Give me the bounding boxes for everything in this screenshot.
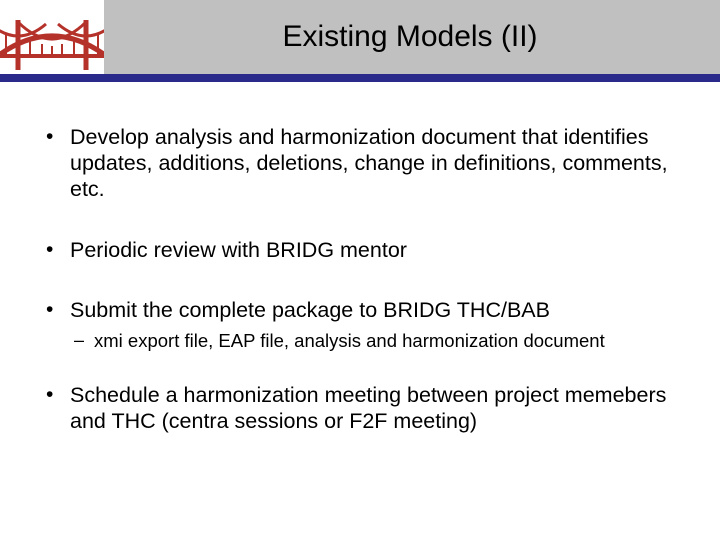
bullet-item: Periodic review with BRIDG mentor xyxy=(42,237,678,263)
bullet-item: Schedule a harmonization meeting between… xyxy=(42,382,678,434)
slide-header: Existing Models (II) xyxy=(0,0,720,82)
header-underline xyxy=(0,74,720,82)
slide: Existing Models (II) Develop analysis an… xyxy=(0,0,720,540)
sub-bullet-item: xmi export file, EAP file, analysis and … xyxy=(70,329,678,352)
slide-body: Develop analysis and harmonization docum… xyxy=(0,82,720,435)
bullet-list: Develop analysis and harmonization docum… xyxy=(42,124,678,435)
bridge-logo xyxy=(0,0,104,82)
bullet-item: Develop analysis and harmonization docum… xyxy=(42,124,678,203)
sub-bullet-list: xmi export file, EAP file, analysis and … xyxy=(70,329,678,352)
bullet-text: Periodic review with BRIDG mentor xyxy=(70,238,407,262)
bullet-text: Develop analysis and harmonization docum… xyxy=(70,125,668,201)
sub-bullet-text: xmi export file, EAP file, analysis and … xyxy=(94,330,605,351)
slide-title: Existing Models (II) xyxy=(120,0,700,74)
bullet-item: Submit the complete package to BRIDG THC… xyxy=(42,297,678,352)
bridge-icon xyxy=(0,0,104,82)
bullet-text: Schedule a harmonization meeting between… xyxy=(70,383,666,433)
bullet-text: Submit the complete package to BRIDG THC… xyxy=(70,298,550,322)
